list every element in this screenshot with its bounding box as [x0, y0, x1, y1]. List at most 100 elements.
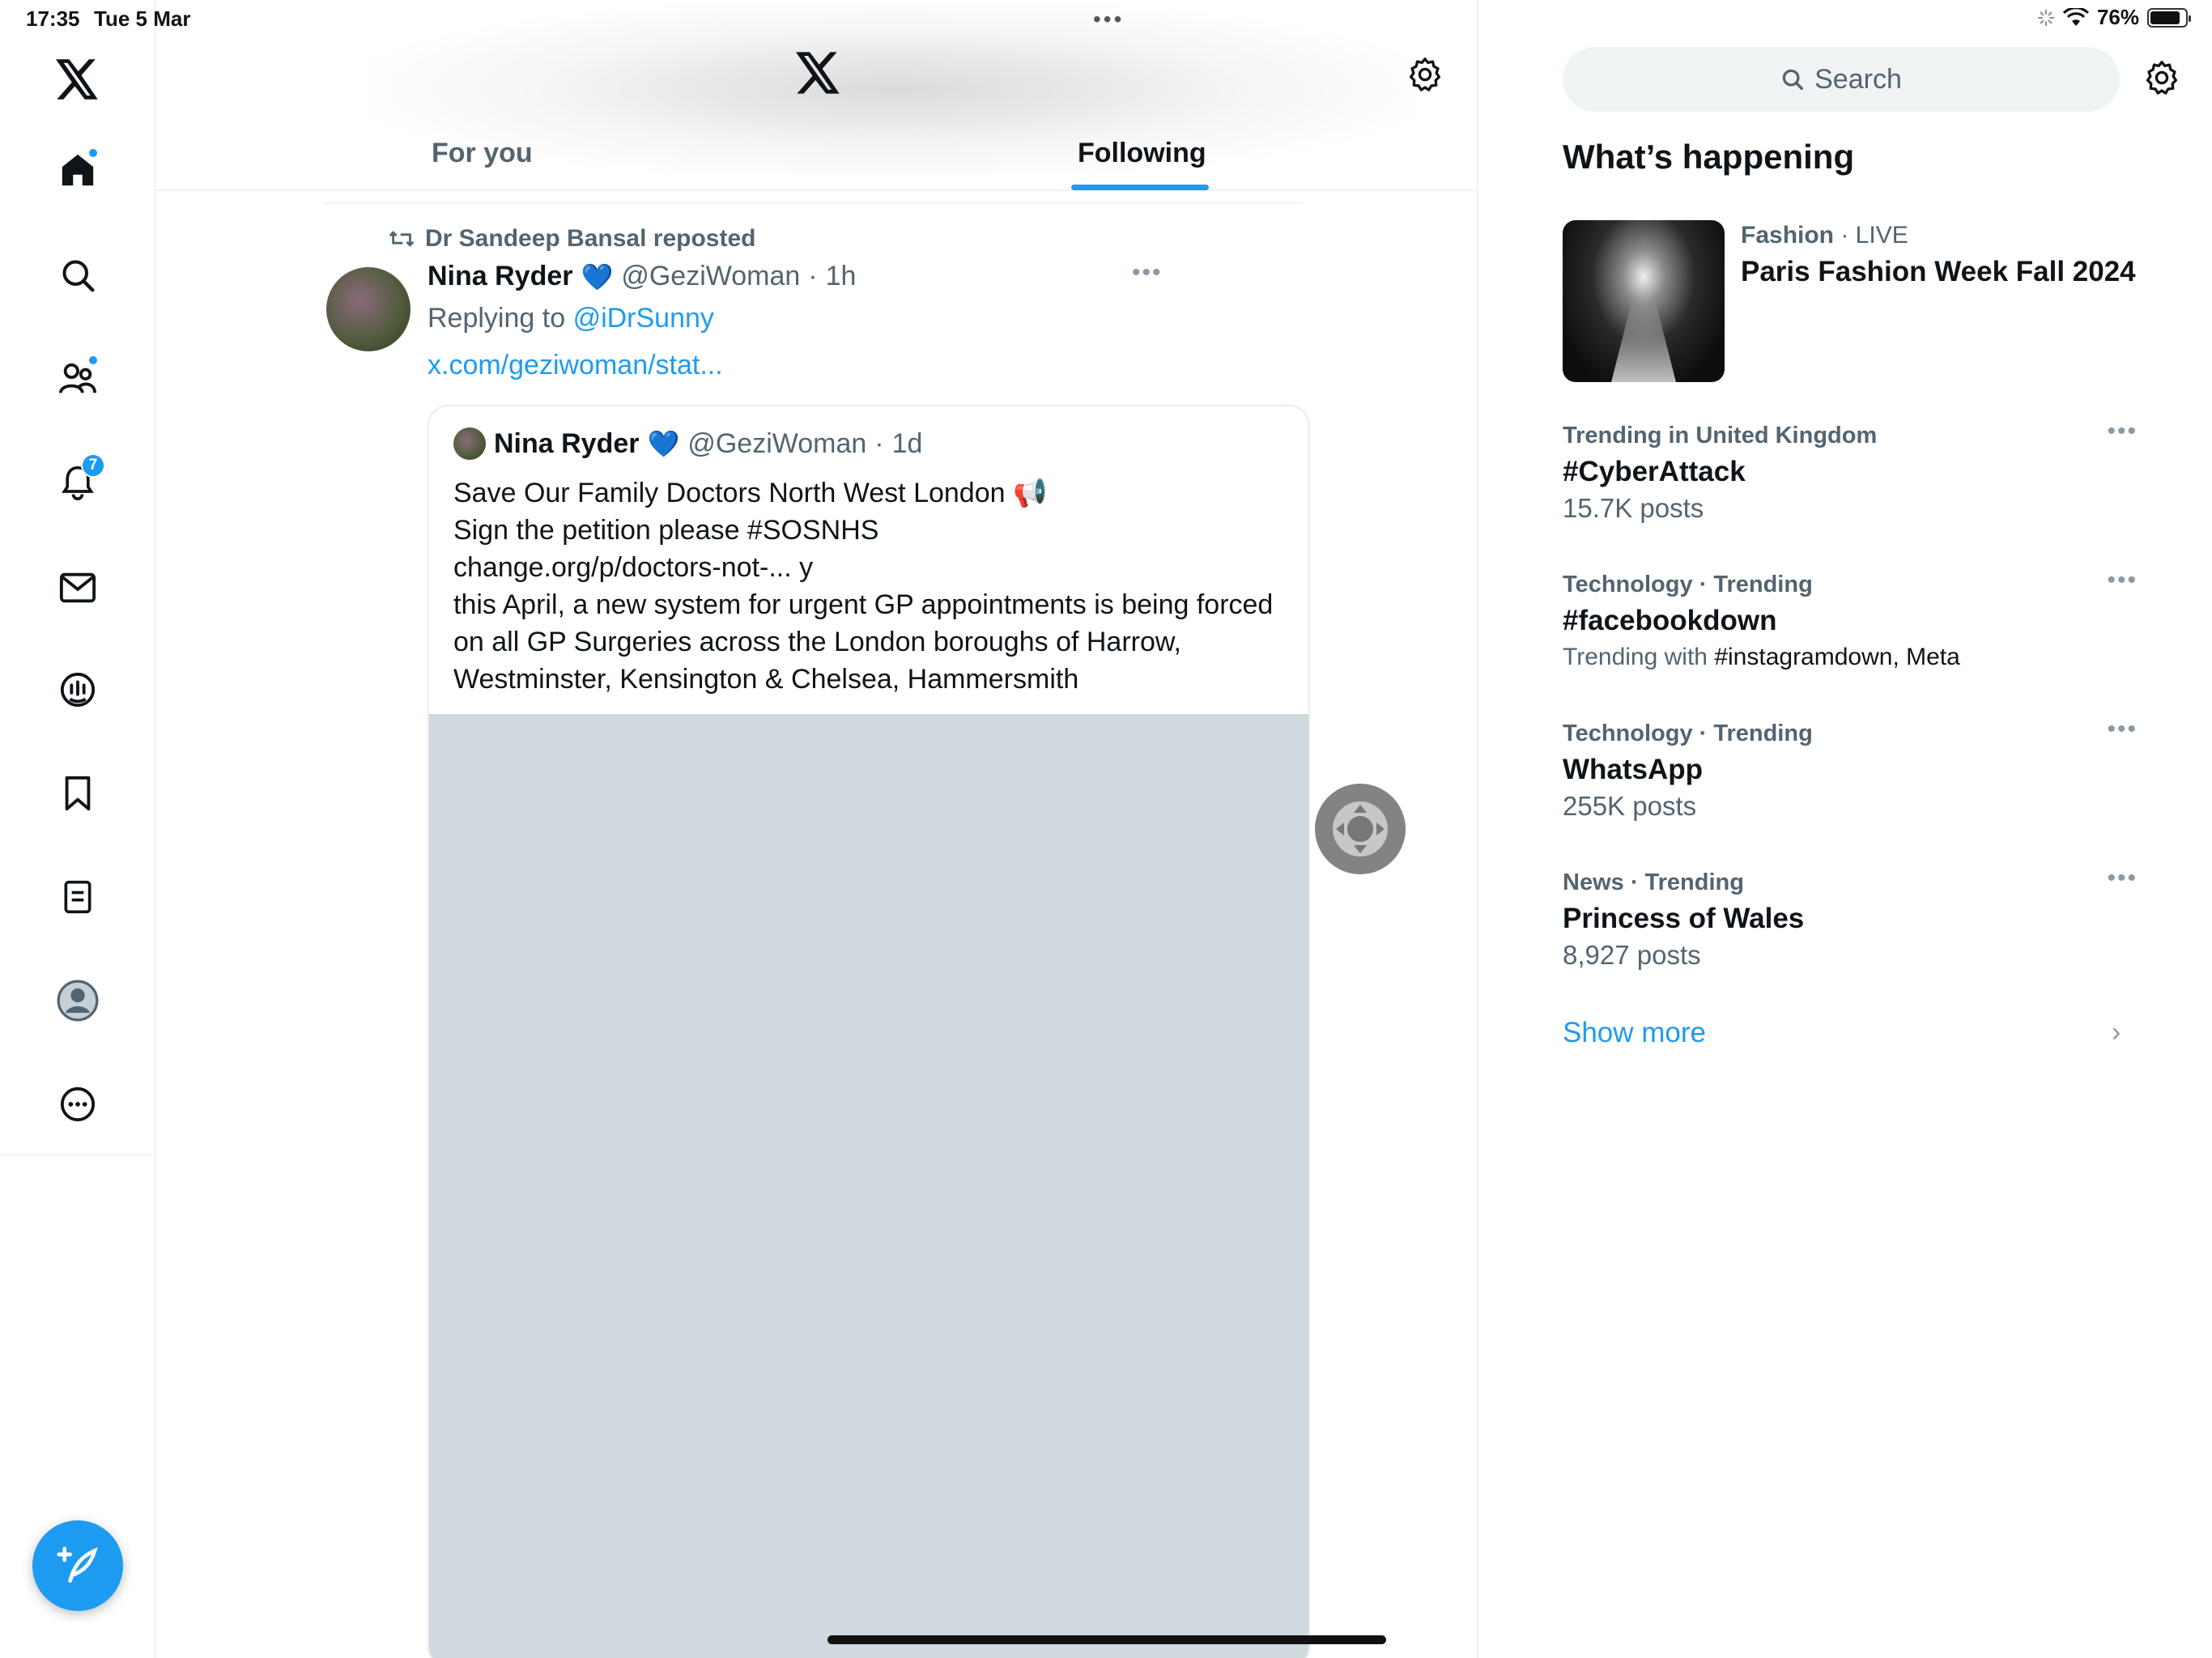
x-logo-icon[interactable]	[45, 47, 110, 112]
repost-context[interactable]: Dr Sandeep Bansal reposted	[388, 225, 755, 253]
repost-label: Dr Sandeep Bansal reposted	[425, 225, 756, 252]
compose-post-button[interactable]	[32, 1520, 123, 1611]
nav-divider	[0, 1154, 156, 1156]
post-separator	[324, 202, 1304, 204]
quoted-author-avatar	[453, 427, 486, 460]
replying-to: Replying to @iDrSunny	[428, 303, 714, 334]
status-time: 17:35	[26, 6, 80, 31]
tab-for-you[interactable]: For you	[432, 138, 533, 169]
nav-communities[interactable]	[45, 346, 110, 411]
explore-settings-button[interactable]	[2144, 60, 2180, 100]
trend-more-button[interactable]: •••	[2107, 716, 2138, 743]
trend-more-button[interactable]: •••	[2107, 418, 2138, 445]
post-header: Nina Ryder 💙 @GeziWoman · 1h	[428, 261, 856, 292]
trend-related-tags: #instagramdown, Meta	[1714, 644, 1960, 670]
trend-category: Technology · Trending	[1563, 721, 1813, 746]
trend-item[interactable]: News · Trending Princess of Wales 8,927 …	[1563, 865, 2138, 971]
search-icon	[62, 260, 95, 292]
tab-following[interactable]: Following	[1078, 138, 1206, 169]
timeline-settings-button[interactable]	[1407, 57, 1443, 96]
trend-post-count: 255K posts	[1563, 791, 1697, 821]
nav-explore[interactable]	[45, 243, 110, 308]
trend-item[interactable]: Trending in United Kingdom #CyberAttack …	[1563, 418, 2138, 524]
spaces-icon	[60, 672, 96, 708]
x-logo-header-icon[interactable]	[796, 52, 841, 98]
featured-event-category: Fashion · LIVE	[1741, 222, 1908, 249]
author-avatar[interactable]	[326, 267, 410, 351]
author-name[interactable]: Nina Ryder	[428, 261, 573, 292]
post-link[interactable]: x.com/geziwoman/stat...	[428, 350, 723, 381]
more-circle-icon	[60, 1086, 96, 1122]
quoted-time-separator: ·	[874, 427, 884, 459]
quoted-blue-heart-emoji: 💙	[647, 429, 680, 458]
trend-title: WhatsApp	[1563, 754, 1704, 785]
active-tab-indicator	[1071, 185, 1209, 190]
trend-item[interactable]: Technology · Trending WhatsApp 255K post…	[1563, 716, 2138, 822]
search-placeholder: Search	[1814, 63, 1902, 95]
home-indicator[interactable]	[827, 1635, 1386, 1644]
wifi-icon	[2062, 7, 2089, 26]
quoted-post-time: 1d	[891, 427, 923, 459]
trend-item[interactable]: Technology · Trending #facebookdown Tren…	[1563, 567, 2138, 671]
time-separator: ·	[808, 261, 818, 291]
repost-icon	[389, 231, 415, 247]
nav-home[interactable]	[45, 138, 110, 202]
main-timeline: For you Following Dr Sandeep Bansal repo…	[156, 0, 1478, 1658]
replying-prefix: Replying to	[428, 303, 566, 334]
trend-category: Technology · Trending	[1563, 572, 1813, 597]
featured-event-image[interactable]	[1563, 220, 1725, 382]
quoted-post[interactable]: Nina Ryder 💙 @GeziWoman · 1d Save Our Fa…	[428, 405, 1310, 1658]
nav-messages[interactable]	[45, 555, 110, 620]
trend-category: News · Trending	[1563, 869, 1744, 895]
quoted-media-placeholder[interactable]	[429, 714, 1308, 1658]
post-more-button[interactable]: •••	[1132, 259, 1163, 287]
quoted-line: change.org/p/doctors-not-... y	[453, 552, 814, 583]
quoted-line: this April, a new system for urgent GP a…	[453, 589, 1274, 695]
show-more-link[interactable]: Show more	[1563, 1017, 1706, 1049]
trend-title: #facebookdown	[1563, 605, 1777, 636]
trend-more-button[interactable]: •••	[2107, 865, 2138, 892]
mail-icon	[59, 572, 96, 603]
right-sidebar: Search What’s happening Fashion · LIVE P…	[1480, 0, 2212, 1658]
nav-spaces[interactable]	[45, 657, 110, 722]
trend-more-button[interactable]: •••	[2107, 567, 2138, 594]
assistive-touch-button[interactable]	[1315, 784, 1406, 874]
trend-title: #CyberAttack	[1563, 456, 1746, 487]
featured-status: · LIVE	[1840, 222, 1908, 249]
nav-profile[interactable]	[45, 968, 110, 1033]
nav-lists[interactable]	[45, 865, 110, 929]
notifications-count-badge: 7	[81, 453, 105, 478]
nav-notifications[interactable]: 7	[45, 450, 110, 515]
battery-percent: 76%	[2096, 5, 2139, 29]
communities-unread-dot	[87, 355, 99, 366]
lists-icon	[64, 880, 91, 914]
status-bar: 17:35 Tue 5 Mar ••• 76%	[0, 0, 2212, 39]
replying-to-handle[interactable]: @iDrSunny	[573, 303, 714, 334]
bookmark-icon	[65, 776, 91, 811]
assistive-touch-icon	[1333, 801, 1388, 857]
trend-related-prefix: Trending with	[1563, 644, 1708, 670]
search-icon	[1782, 69, 1804, 90]
multitasking-dots[interactable]: •••	[1093, 6, 1124, 32]
nav-bookmarks[interactable]	[45, 761, 110, 826]
activity-spinner-icon	[2037, 9, 2054, 26]
trend-related: Trending with #instagramdown, Meta	[1563, 644, 2138, 671]
status-date: Tue 5 Mar	[94, 6, 191, 31]
trend-category: Trending in United Kingdom	[1563, 423, 1878, 449]
home-unread-dot	[87, 147, 99, 159]
nav-more[interactable]	[45, 1072, 110, 1137]
featured-event-title[interactable]: Paris Fashion Week Fall 2024	[1741, 256, 2136, 288]
quoted-line: Save Our Family Doctors North West Londo…	[453, 478, 1048, 508]
post-time[interactable]: 1h	[826, 261, 857, 292]
trend-title: Princess of Wales	[1563, 903, 1805, 934]
author-handle[interactable]: @GeziWoman	[621, 261, 800, 292]
whats-happening-heading: What’s happening	[1563, 138, 1855, 176]
blue-heart-emoji: 💙	[581, 261, 614, 291]
gear-icon	[2146, 61, 2178, 95]
status-right: 76%	[2037, 5, 2191, 30]
featured-category: Fashion	[1741, 222, 1835, 249]
quoted-author-name: Nina Ryder	[494, 427, 640, 459]
quoted-post-header: Nina Ryder 💙 @GeziWoman · 1d	[453, 427, 922, 460]
search-input[interactable]: Search	[1563, 47, 2120, 112]
compose-feather-icon	[57, 1546, 98, 1583]
